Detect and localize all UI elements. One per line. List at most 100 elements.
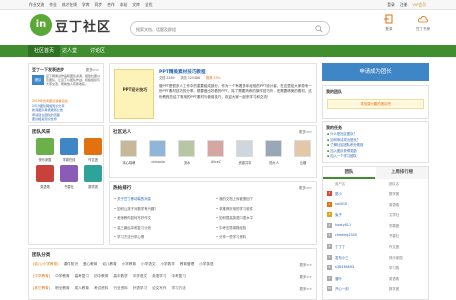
group-tile-image[interactable] [84, 165, 102, 182]
login-button[interactable]: 登录 [374, 14, 404, 32]
rank-group-name[interactable]: 数学团 [389, 191, 399, 196]
top-link[interactable]: 作业交流 [29, 2, 44, 8]
category-link[interactable]: 爱心教育 [83, 262, 97, 266]
rank-row[interactable]: 8 s38436893 学习角 [327, 264, 426, 272]
hot-item[interactable]: • 如何让孩子对数学有兴趣？ [114, 205, 212, 215]
site-logo[interactable]: in [30, 14, 52, 36]
rank-user-name[interactable]: 夏小 [335, 191, 342, 196]
category-more-link[interactable]: 更多>> [300, 274, 312, 279]
member-name[interactable]: AliceC [203, 160, 229, 164]
top-link[interactable]: 学库 [82, 2, 90, 8]
member-name[interactable]: 流水 [174, 160, 200, 165]
top-link[interactable]: 合作 [107, 2, 115, 8]
category-link[interactable]: 英语学习 [152, 274, 166, 278]
category-link[interactable]: 中学教育 [55, 274, 69, 278]
group-tile-label[interactable]: 学霸在线 [57, 157, 81, 162]
search-input[interactable] [136, 25, 306, 33]
intro-link[interactable]: 团队相关知识支持 [32, 117, 102, 122]
hot-item[interactable]: • 如何提高英语口语水平 [216, 214, 314, 224]
member-name[interactable]: 资源共享 [232, 160, 258, 165]
login-link[interactable]: 登录 [387, 2, 395, 8]
category-link[interactable]: 外语学习 [133, 286, 147, 290]
avatar[interactable] [294, 140, 311, 157]
category-link[interactable]: 论文写作 [152, 286, 166, 290]
rank-row[interactable]: 3 兔子 文学社 [327, 211, 426, 219]
rank-row[interactable]: 4 hooty811 学霸团 [327, 222, 426, 230]
top-link[interactable]: 本站 [120, 2, 128, 8]
category-link[interactable]: 高考复习 [75, 274, 89, 278]
group-tile-label[interactable]: 作文团 [81, 157, 105, 162]
rank-row[interactable]: 6 丁丁丁 作文团 [327, 243, 426, 251]
group-tile-label[interactable]: 快乐家园 [33, 157, 57, 162]
category-link[interactable]: 高中数学 [113, 274, 127, 278]
category-link[interactable]: 小学英语 [199, 262, 213, 266]
hot-item[interactable]: • 高三最后冲刺复习计划 [114, 224, 212, 234]
category-more-link[interactable]: 更多>> [300, 286, 312, 291]
hot-item[interactable]: • 中考志愿填报经验 [216, 224, 314, 234]
rank-user-name[interactable]: 开心一刻 [335, 286, 349, 291]
rank-row[interactable]: 10 开心一刻 数学团 [327, 285, 426, 293]
rank-group-name[interactable]: 作文团 [389, 244, 399, 249]
group-tile-image[interactable] [36, 165, 54, 182]
hot-item[interactable]: • 我的文档上传被退回了 [216, 195, 314, 205]
category-link[interactable]: 小学数学 [160, 262, 174, 266]
rank-group-name[interactable]: 数学团 [389, 286, 399, 291]
top-link[interactable]: 全优 [145, 2, 153, 8]
rank-user-name[interactable]: 兔子 [335, 212, 342, 217]
apply-leader-button[interactable]: 申请成为团长 [322, 63, 429, 81]
rank-row[interactable]: 5 cheeleg2345 书香社 [327, 232, 426, 240]
category-more-link[interactable]: 更多>> [300, 262, 312, 267]
rank-group-name[interactable]: 学霸团 [389, 223, 399, 228]
group-tile-image[interactable] [60, 138, 78, 155]
rank-user-name[interactable]: 落叶 [335, 276, 342, 281]
rank-group-name[interactable]: 文学社 [389, 212, 399, 217]
rank-row[interactable]: 7 发布小三 快乐家园 [327, 254, 426, 262]
member-name[interactable]: 本心晓萌 [116, 160, 142, 165]
task-item[interactable]: ▪ 加入一个学习团队 [327, 154, 426, 160]
avatar[interactable] [265, 140, 282, 157]
site-name[interactable]: 豆丁社区 [55, 16, 111, 35]
category-link[interactable]: 初中教育 [94, 274, 108, 278]
cloud-button[interactable]: 豆丁书房 [408, 14, 438, 32]
category-link[interactable]: 成人教育 [75, 286, 89, 290]
rank-group-name[interactable]: 快乐家园 [389, 255, 403, 260]
category-link[interactable]: 考试资料 [94, 286, 108, 290]
hot-item[interactable]: • 关于豆丁移动端的消息 [114, 195, 212, 205]
feature-image[interactable]: PPT设计技巧 [114, 69, 154, 119]
avatar[interactable] [236, 140, 253, 157]
category-link[interactable]: 行业资料 [113, 286, 127, 290]
group-tile-label[interactable]: 数学团 [81, 184, 105, 189]
intro-more-link[interactable]: 更多>> [86, 68, 99, 73]
rank-group-name[interactable]: 英语角 [389, 276, 399, 281]
avatar[interactable] [207, 140, 224, 157]
rank-group-name[interactable]: 英语角 [389, 202, 399, 207]
rank-row[interactable]: 2 sail010 英语角 [327, 201, 426, 209]
register-link[interactable]: 注册 [400, 2, 408, 8]
group-tile-label[interactable]: 书香社 [57, 184, 81, 189]
hot-item[interactable]: • 老师教你如何写好作文 [114, 214, 212, 224]
category-link[interactable]: 中学语文 [133, 274, 147, 278]
category-link[interactable]: 小学语文 [141, 262, 155, 266]
category-link[interactable]: 学习方法 [171, 286, 185, 290]
group-tile-image[interactable] [84, 138, 102, 155]
top-link[interactable]: 成才在线 [62, 2, 77, 8]
category-label[interactable]: [中学教育] [33, 274, 50, 278]
rank-row[interactable]: 1 夏小 数学团 [327, 190, 426, 198]
top-link[interactable]: 文库 [132, 2, 140, 8]
rank-user-name[interactable]: s38436893 [335, 265, 354, 269]
member-name[interactable]: 云烟 [290, 160, 316, 165]
rank-group-name[interactable]: 学习角 [389, 265, 399, 270]
avatar[interactable] [120, 140, 137, 157]
search-icon[interactable] [315, 25, 323, 33]
member-name[interactable]: chinaxia [145, 160, 171, 164]
vip-link[interactable]: VIP会员 [412, 2, 426, 8]
category-link[interactable]: 幼儿教育 [102, 262, 116, 266]
avatar[interactable] [178, 140, 195, 157]
rank-row[interactable]: 9 落叶 英语角 [327, 275, 426, 283]
rank-user-name[interactable]: sail010 [335, 202, 347, 206]
hot-item[interactable]: • 分享一些学习资料 [216, 233, 314, 243]
rank-group-name[interactable]: 书香社 [389, 233, 399, 238]
category-label[interactable]: [幼儿/小学教育] [33, 262, 59, 266]
nav-experts[interactable]: 达人堂 [56, 45, 83, 57]
category-link[interactable]: 中考复习 [171, 274, 185, 278]
